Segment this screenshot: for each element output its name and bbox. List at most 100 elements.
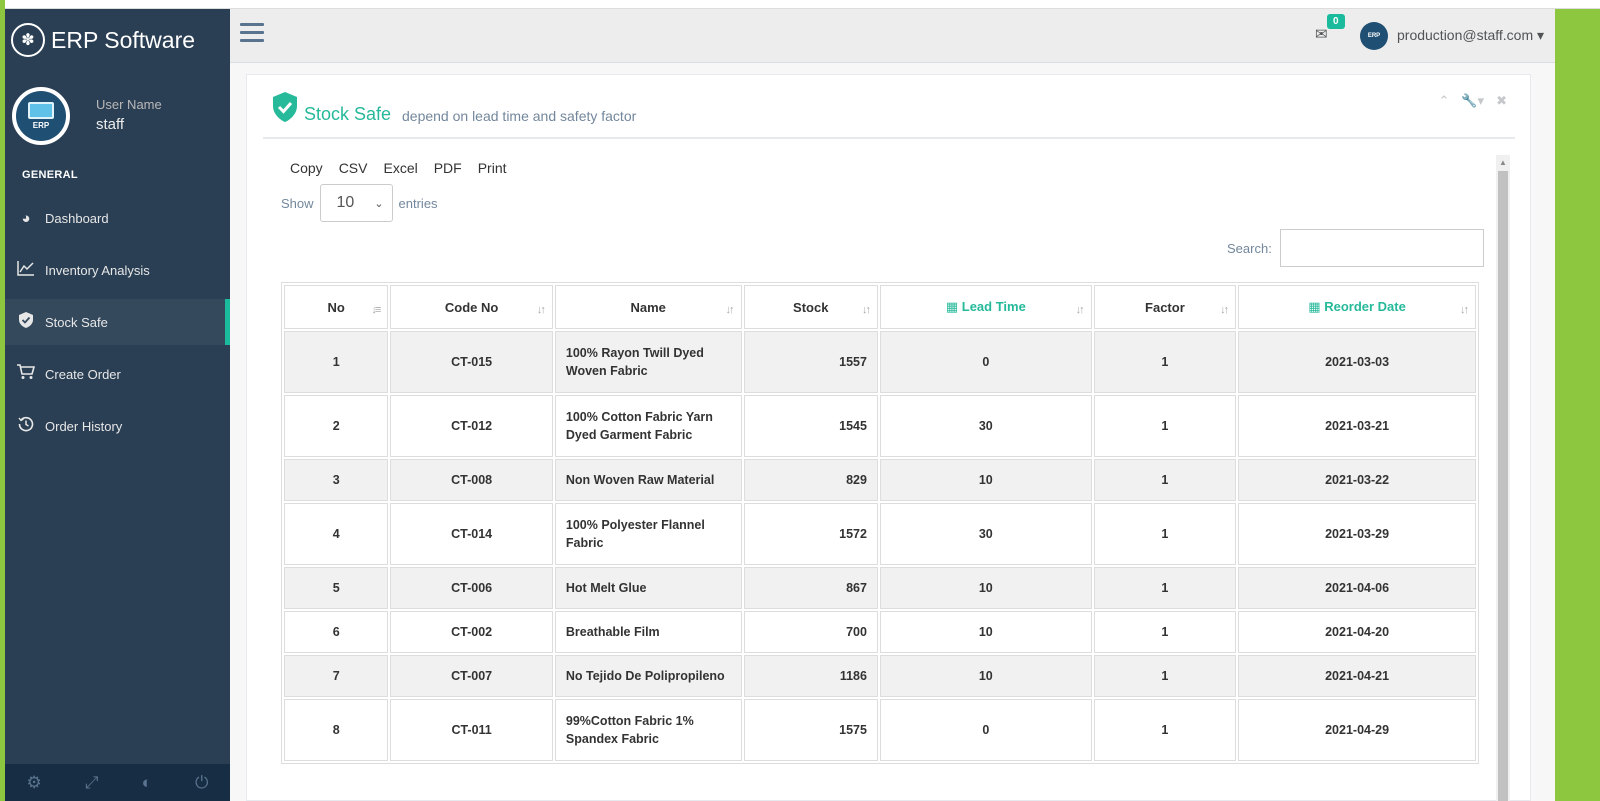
table-row[interactable]: 5 CT-006 Hot Melt Glue 867 10 1 2021-04-06 [284, 567, 1476, 609]
table-cell: 1 [1093, 699, 1237, 761]
table-cell: 100% Rayon Twill Dyed Woven Fabric [554, 331, 742, 393]
eye-slash-icon[interactable]: ◐ [142, 773, 152, 793]
chart-line-icon [15, 260, 37, 280]
print-button[interactable]: Print [478, 160, 507, 176]
copy-button[interactable]: Copy [290, 160, 323, 176]
sidebar: ✽ ERP Software ERP User Name staff GENER… [5, 9, 230, 801]
sidebar-footer: ⚙ ⤢ ◐ ⏻ [5, 764, 230, 801]
avatar: ERP [12, 87, 70, 145]
entries-label: entries [398, 195, 438, 211]
column-header-factor[interactable]: Factor ↓↑ [1093, 285, 1237, 329]
menu-toggle-icon[interactable] [240, 23, 264, 47]
table-cell: CT-008 [390, 459, 553, 501]
sidebar-item-inventory-analysis[interactable]: Inventory Analysis [5, 247, 230, 293]
sort-desc-icon: ↓≡ [371, 304, 381, 316]
table-row[interactable]: 4 CT-014 100% Polyester Flannel Fabric 1572… [284, 503, 1476, 565]
sidebar-item-stock-safe[interactable]: Stock Safe [5, 299, 230, 345]
panel-tools: ⌃ 🔧▾ ✖ [1438, 93, 1507, 109]
sort-icon: ↓↑ [1075, 304, 1085, 316]
table-cell: 700 [743, 611, 878, 653]
table-cell: 2021-04-20 [1238, 611, 1476, 653]
table-cell: 2021-04-06 [1238, 567, 1476, 609]
entries-select[interactable]: 10 ⌄ [319, 184, 393, 222]
table-cell: 867 [743, 567, 878, 609]
table-cell: 99%Cotton Fabric 1% Spandex Fabric [554, 699, 742, 761]
table-cell: 1572 [743, 503, 878, 565]
table-cell: 10 [879, 459, 1092, 501]
top-nav: ✉ 0 ERP production@staff.com ▾ [230, 9, 1555, 63]
pdf-button[interactable]: PDF [434, 160, 462, 176]
table-row[interactable]: 7 CT-007 No Tejido De Polipropileno 1186 10 1… [284, 655, 1476, 697]
close-icon[interactable]: ✖ [1496, 93, 1507, 109]
table-cell: CT-015 [390, 331, 553, 393]
column-header-name[interactable]: Name ↓↑ [554, 285, 742, 329]
wrench-icon[interactable]: 🔧▾ [1461, 93, 1484, 109]
table-cell: 1545 [743, 395, 878, 457]
table-cell: 2021-03-21 [1238, 395, 1476, 457]
search-input[interactable] [1279, 229, 1484, 267]
panel-title: Stock Safe [304, 104, 392, 124]
sidebar-item-create-order[interactable]: Create Order [5, 351, 230, 397]
table-row[interactable]: 6 CT-002 Breathable Film 700 10 1 2021-04-20 [284, 611, 1476, 653]
power-icon[interactable]: ⏻ [195, 773, 208, 793]
vertical-scrollbar[interactable]: ▲ [1496, 155, 1510, 801]
csv-button[interactable]: CSV [339, 160, 368, 176]
table-cell: 10 [879, 655, 1092, 697]
table-cell: 1557 [743, 331, 878, 393]
table-cell: 100% Cotton Fabric Yarn Dyed Garment Fab… [554, 395, 742, 457]
collapse-chevron-up-icon[interactable]: ⌃ [1438, 93, 1449, 109]
scrollbar-thumb[interactable] [1498, 171, 1508, 801]
settings-gear-icon[interactable]: ⚙ [27, 773, 42, 793]
table-cell: 1 [1093, 459, 1237, 501]
table-cell: 1 [1093, 567, 1237, 609]
table-cell: 0 [879, 699, 1092, 761]
search-label: Search: [1227, 240, 1272, 256]
profile: ERP User Name staff [5, 71, 230, 163]
table-cell: Breathable Film [554, 611, 742, 653]
table-cell: 0 [879, 331, 1092, 393]
brand[interactable]: ✽ ERP Software [5, 9, 230, 71]
column-header-stock[interactable]: Stock ↓↑ [743, 285, 878, 329]
table-row[interactable]: 3 CT-008 Non Woven Raw Material 829 10 1 2021-… [284, 459, 1476, 501]
panel-header: Stock Safe depend on lead time and safet… [263, 75, 1515, 139]
sort-icon: ↓↑ [1220, 304, 1229, 316]
excel-button[interactable]: Excel [383, 160, 417, 176]
history-icon [15, 416, 37, 436]
cart-icon [15, 364, 37, 384]
column-header-lead-time[interactable]: ▦ Lead Time ↓↑ [879, 285, 1092, 329]
sidebar-item-label: Stock Safe [45, 314, 108, 330]
table-cell: 3 [284, 459, 389, 501]
table-row[interactable]: 1 CT-015 100% Rayon Twill Dyed Woven Fabri… [284, 331, 1476, 393]
show-label: Show [281, 195, 314, 211]
panel-subtitle: depend on lead time and safety factor [402, 108, 637, 124]
table-cell: 1 [1093, 655, 1237, 697]
sidebar-item-label: Inventory Analysis [45, 262, 150, 278]
entries-length: Show 10 ⌄ entries [281, 184, 438, 222]
table-cell: 10 [879, 567, 1092, 609]
table-cell: 1 [1093, 503, 1237, 565]
table-cell: 1575 [743, 699, 878, 761]
fullscreen-icon[interactable]: ⤢ [85, 773, 99, 793]
sidebar-item-order-history[interactable]: Order History [5, 403, 230, 449]
envelope-icon[interactable]: ✉ [1315, 25, 1328, 43]
sidebar-item-label: Create Order [45, 366, 121, 382]
sidebar-item-dashboard[interactable]: ◕ Dashboard [5, 195, 230, 241]
column-header-code-no[interactable]: Code No ↓↑ [390, 285, 553, 329]
table-cell: CT-011 [390, 699, 553, 761]
table-cell: 1 [1093, 331, 1237, 393]
column-header-reorder-date[interactable]: ▦ Reorder Date ↓↑ [1238, 285, 1476, 329]
browser-top-strip [0, 0, 1600, 9]
table-row[interactable]: 8 CT-011 99%Cotton Fabric 1% Spandex Fabri… [284, 699, 1476, 761]
column-header-no[interactable]: No ↓≡ [284, 285, 389, 329]
dashboard-icon: ◕ [21, 209, 31, 227]
table-cell: 10 [879, 611, 1092, 653]
user-menu-toggle[interactable]: production@staff.com ▾ [1397, 27, 1544, 44]
table-cell: 2 [284, 395, 389, 457]
user-avatar[interactable]: ERP [1360, 22, 1388, 50]
table-row[interactable]: 2 CT-012 100% Cotton Fabric Yarn Dyed Garm… [284, 395, 1476, 457]
stock-safe-table: No ↓≡ Code No ↓↑ Name ↓↑ Stock ↓↑ ▦ Lead Tim… [281, 282, 1479, 764]
scroll-up-arrow-icon[interactable]: ▲ [1499, 158, 1507, 167]
sidebar-section-title: GENERAL [22, 169, 78, 181]
table-cell: 30 [879, 503, 1092, 565]
shield-check-icon [273, 92, 297, 122]
